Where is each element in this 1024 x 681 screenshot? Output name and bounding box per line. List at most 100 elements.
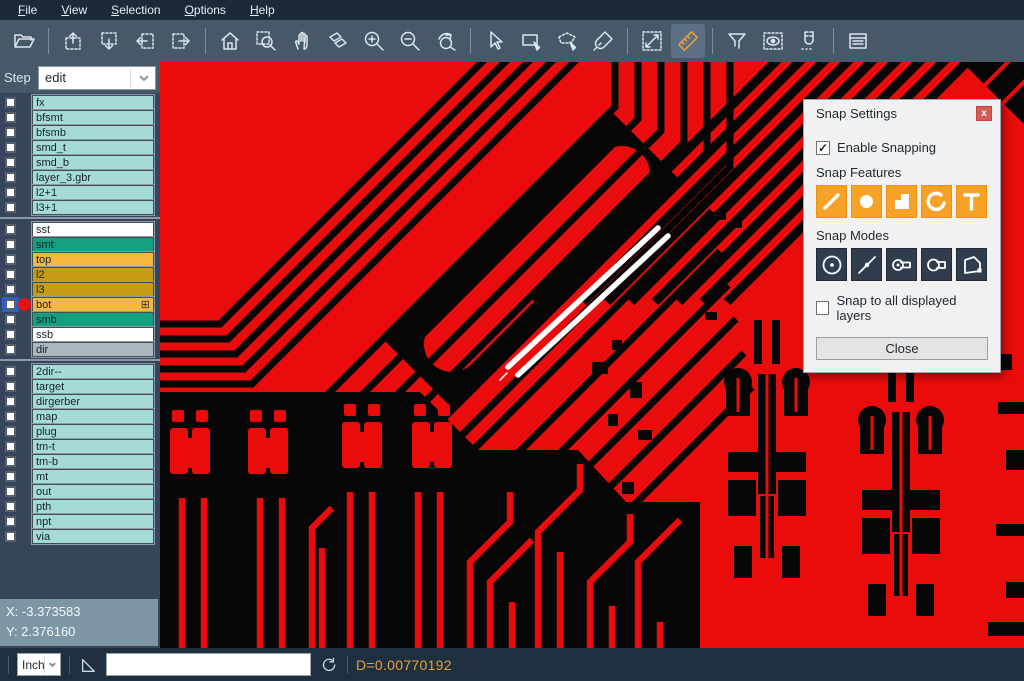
previous-view-button[interactable] — [128, 24, 162, 58]
layer-row-l2+1[interactable]: l2+1⊞ — [0, 185, 160, 200]
layer-visibility-checkbox[interactable] — [0, 267, 32, 282]
layer-row-layer_3.gbr[interactable]: layer_3.gbr⊞ — [0, 170, 160, 185]
snap-feature-text-button[interactable] — [956, 185, 987, 218]
layer-name[interactable]: plug⊞ — [32, 424, 154, 439]
layer-name[interactable]: sst⊞ — [32, 222, 154, 237]
layer-visibility-checkbox[interactable] — [0, 342, 32, 357]
layer-row-bfsmb[interactable]: bfsmb⊞ — [0, 125, 160, 140]
layer-name[interactable]: bfsmt⊞ — [32, 110, 154, 125]
layer-name[interactable]: l3+1⊞ — [32, 200, 154, 215]
zoom-out-button[interactable] — [393, 24, 427, 58]
layer-visibility-checkbox[interactable] — [0, 394, 32, 409]
snap-feature-surface-button[interactable] — [886, 185, 917, 218]
layer-name[interactable]: smd_b⊞ — [32, 155, 154, 170]
menu-selection[interactable]: Selection — [101, 1, 170, 19]
layer-name[interactable]: 2dir--⊞ — [32, 364, 154, 379]
layer-name[interactable]: via⊞ — [32, 529, 154, 544]
layer-name[interactable]: top⊞ — [32, 252, 154, 267]
layer-row-out[interactable]: out⊞ — [0, 484, 160, 499]
layer-name[interactable]: dir⊞ — [32, 342, 154, 357]
menu-file[interactable]: File — [8, 1, 47, 19]
layer-name[interactable]: l2+1⊞ — [32, 185, 154, 200]
layer-name[interactable]: layer_3.gbr⊞ — [32, 170, 154, 185]
snap-feature-arc-button[interactable] — [921, 185, 952, 218]
layer-row-smb[interactable]: smb⊞ — [0, 312, 160, 327]
layer-name[interactable]: target⊞ — [32, 379, 154, 394]
snap-feature-line-button[interactable] — [816, 185, 847, 218]
layer-row-map[interactable]: map⊞ — [0, 409, 160, 424]
snap-mode-slot-outline-button[interactable] — [921, 248, 952, 281]
layer-row-l3+1[interactable]: l3+1⊞ — [0, 200, 160, 215]
layer-row-smt[interactable]: smt⊞ — [0, 237, 160, 252]
zoom-window-button[interactable] — [249, 24, 283, 58]
layer-row-smd_b[interactable]: smd_b⊞ — [0, 155, 160, 170]
zoom-in-button[interactable] — [357, 24, 391, 58]
layer-name[interactable]: l2⊞ — [32, 267, 154, 282]
layer-row-dirgerber[interactable]: dirgerber⊞ — [0, 394, 160, 409]
layer-visibility-checkbox[interactable] — [0, 170, 32, 185]
layer-row-ssb[interactable]: ssb⊞ — [0, 327, 160, 342]
layer-name[interactable]: smb⊞ — [32, 312, 154, 327]
layer-name[interactable]: bot⊞ — [32, 297, 154, 312]
layer-row-bfsmt[interactable]: bfsmt⊞ — [0, 110, 160, 125]
layer-name[interactable]: ssb⊞ — [32, 327, 154, 342]
next-view-button[interactable] — [164, 24, 198, 58]
layer-visibility-checkbox[interactable] — [0, 424, 32, 439]
menu-options[interactable]: Options — [175, 1, 236, 19]
menu-view[interactable]: View — [51, 1, 97, 19]
layer-name[interactable]: smd_t⊞ — [32, 140, 154, 155]
layer-name[interactable]: npt⊞ — [32, 514, 154, 529]
layer-visibility-checkbox[interactable] — [0, 282, 32, 297]
layer-name[interactable]: bfsmb⊞ — [32, 125, 154, 140]
layer-row-sst[interactable]: sst⊞ — [0, 222, 160, 237]
zoom-polygon-button[interactable] — [321, 24, 355, 58]
layer-row-smd_t[interactable]: smd_t⊞ — [0, 140, 160, 155]
layer-name[interactable]: tm-b⊞ — [32, 454, 154, 469]
layer-name[interactable]: pth⊞ — [32, 499, 154, 514]
snap-mode-contour-button[interactable] — [956, 248, 987, 281]
layer-visibility-checkbox[interactable] — [0, 140, 32, 155]
layer-visibility-checkbox[interactable] — [0, 252, 32, 267]
command-input[interactable] — [106, 653, 311, 676]
layer-visibility-checkbox[interactable] — [0, 469, 32, 484]
layer-row-plug[interactable]: plug⊞ — [0, 424, 160, 439]
layer-row-tm-t[interactable]: tm-t⊞ — [0, 439, 160, 454]
layer-visibility-checkbox[interactable] — [0, 364, 32, 379]
measure-button[interactable] — [635, 24, 669, 58]
filter-button[interactable] — [720, 24, 754, 58]
enable-snapping-checkbox[interactable] — [816, 141, 830, 155]
layer-row-via[interactable]: via⊞ — [0, 529, 160, 544]
layer-visibility-checkbox[interactable] — [0, 200, 32, 215]
layer-visibility-checkbox[interactable] — [0, 484, 32, 499]
layer-visibility-checkbox[interactable] — [0, 409, 32, 424]
clean-button[interactable] — [586, 24, 620, 58]
refresh-icon[interactable] — [319, 655, 339, 675]
layer-visibility-checkbox[interactable] — [0, 95, 32, 110]
snap-mode-midpoint-button[interactable] — [851, 248, 882, 281]
layer-row-top[interactable]: top⊞ — [0, 252, 160, 267]
layer-row-bot[interactable]: bot⊞ — [0, 297, 160, 312]
unit-select[interactable]: Inch — [17, 653, 61, 676]
layer-name[interactable]: smt⊞ — [32, 237, 154, 252]
layer-visibility-checkbox[interactable] — [0, 514, 32, 529]
menu-help[interactable]: Help — [240, 1, 285, 19]
home-fit-button[interactable] — [213, 24, 247, 58]
layer-name[interactable]: mt⊞ — [32, 469, 154, 484]
layer-row-2dir--[interactable]: 2dir--⊞ — [0, 364, 160, 379]
layer-row-dir[interactable]: dir⊞ — [0, 342, 160, 357]
layer-visibility-checkbox[interactable] — [0, 312, 32, 327]
layer-visibility-checkbox[interactable] — [0, 155, 32, 170]
dialog-close-icon[interactable]: x — [976, 106, 992, 121]
layer-visibility-checkbox[interactable] — [0, 185, 32, 200]
layer-visibility-checkbox[interactable] — [0, 327, 32, 342]
select-button[interactable] — [478, 24, 512, 58]
snap-button[interactable] — [792, 24, 826, 58]
layer-name[interactable]: fx⊞ — [32, 95, 154, 110]
layer-visibility-checkbox[interactable] — [0, 454, 32, 469]
layer-name[interactable]: l3⊞ — [32, 282, 154, 297]
layer-row-mt[interactable]: mt⊞ — [0, 469, 160, 484]
layer-name[interactable]: out⊞ — [32, 484, 154, 499]
layer-row-target[interactable]: target⊞ — [0, 379, 160, 394]
zoom-previous-button[interactable] — [429, 24, 463, 58]
snap-feature-pad-button[interactable] — [851, 185, 882, 218]
